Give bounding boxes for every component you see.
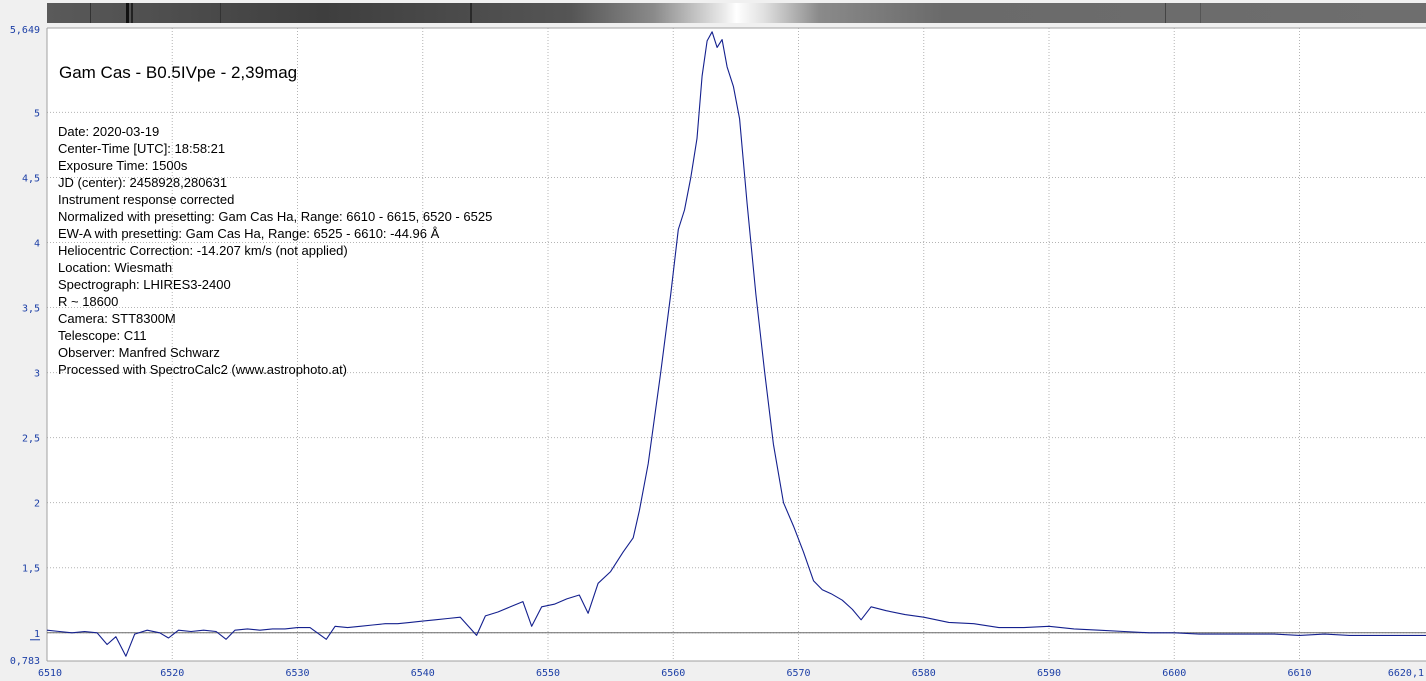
absorption-band-4 bbox=[470, 3, 472, 23]
x-tick-label: 6620,1 bbox=[1388, 668, 1424, 679]
info-line: Observer: Manfred Schwarz bbox=[58, 345, 220, 360]
absorption-band-1 bbox=[131, 3, 133, 23]
info-line: Normalized with presetting: Gam Cas Ha, … bbox=[58, 209, 492, 224]
y-tick-label: 0,783 bbox=[10, 656, 40, 667]
y-tick-label: 2,5 bbox=[22, 434, 40, 445]
absorption-band-6 bbox=[1200, 3, 1201, 23]
absorption-band-5 bbox=[1165, 3, 1166, 23]
x-tick-label: 6610 bbox=[1287, 668, 1311, 679]
chart-title: Gam Cas - B0.5IVpe - 2,39mag bbox=[59, 63, 297, 82]
x-tick-label: 6570 bbox=[786, 668, 810, 679]
info-line: Exposure Time: 1500s bbox=[58, 158, 188, 173]
info-line: Spectrograph: LHIRES3-2400 bbox=[58, 277, 231, 292]
info-line: R ~ 18600 bbox=[58, 294, 118, 309]
info-line: EW-A with presetting: Gam Cas Ha, Range:… bbox=[58, 226, 440, 241]
x-tick-label: 6510 bbox=[38, 668, 62, 679]
x-tick-label: 6600 bbox=[1162, 668, 1186, 679]
absorption-band-0 bbox=[126, 3, 129, 23]
info-line: Heliocentric Correction: -14.207 km/s (n… bbox=[58, 243, 348, 258]
x-tick-label: 6540 bbox=[411, 668, 435, 679]
info-line: Camera: STT8300M bbox=[58, 311, 176, 326]
y-tick-label: 5 bbox=[34, 108, 40, 119]
x-tick-label: 6530 bbox=[285, 668, 309, 679]
y-tick-label: 4 bbox=[34, 239, 40, 250]
info-line: Instrument response corrected bbox=[58, 192, 234, 207]
y-tick-label: 4,5 bbox=[22, 173, 40, 184]
info-line: JD (center): 2458928,280631 bbox=[58, 175, 227, 190]
info-line: Date: 2020-03-19 bbox=[58, 124, 159, 139]
y-tick-label: 3,5 bbox=[22, 304, 40, 315]
absorption-band-2 bbox=[90, 3, 91, 23]
y-tick-label: 2 bbox=[34, 499, 40, 510]
absorption-band-3 bbox=[220, 3, 221, 23]
x-tick-label: 6590 bbox=[1037, 668, 1061, 679]
x-tick-label: 6560 bbox=[661, 668, 685, 679]
spectrum-chart: 0,783 1 1,5 2 2,5 3 3,5 4 4,5 5 5,649 6510 6520 6530… bbox=[10, 3, 1426, 679]
info-line: Telescope: C11 bbox=[58, 328, 147, 343]
x-tick-label: 6580 bbox=[912, 668, 936, 679]
info-line: Processed with SpectroCalc2 (www.astroph… bbox=[58, 362, 347, 377]
x-tick-label: 6550 bbox=[536, 668, 560, 679]
info-line: Center-Time [UTC]: 18:58:21 bbox=[58, 141, 225, 156]
x-axis-ticks: 6510 6520 6530 6540 6550 6560 6570 6580 6590 6600… bbox=[38, 668, 1424, 679]
y-tick-label: 3 bbox=[34, 369, 40, 380]
plot-area bbox=[47, 28, 1426, 661]
y-tick-label: 1 bbox=[34, 629, 40, 640]
y-axis-ticks: 0,783 1 1,5 2 2,5 3 3,5 4 4,5 5 5,649 bbox=[10, 25, 40, 667]
info-line: Location: Wiesmath bbox=[58, 260, 172, 275]
y-tick-label: 5,649 bbox=[10, 25, 40, 36]
x-tick-label: 6520 bbox=[160, 668, 184, 679]
spectrum-image-strip bbox=[47, 3, 1426, 23]
y-tick-label: 1,5 bbox=[22, 564, 40, 575]
